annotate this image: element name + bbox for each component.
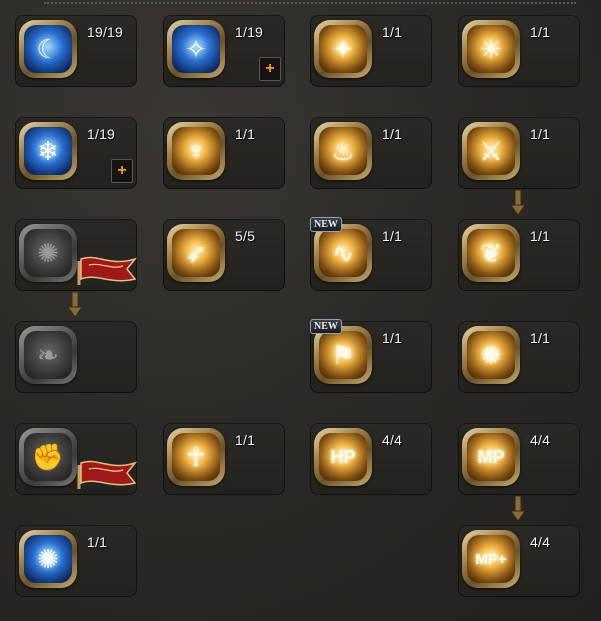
skill-icon-frame: ☥ [167,428,225,486]
sun-skill-icon: ☀ [479,34,503,64]
skill-icon-frame: HP [314,428,372,486]
skill-icon-frame: ✦ [314,20,372,78]
skill-level: 1/1 [530,330,551,346]
skill-level: 5/5 [235,228,256,244]
skill-icon-frame: ✹ [462,326,520,384]
skill-icon-frame: MP+ [462,530,520,588]
leap-skill-icon: ☥ [186,442,206,472]
skill-slot[interactable]: ♨ 1/1 [310,117,432,189]
skill-icon-frame: ❧ [19,326,77,384]
skill-slot[interactable]: ☀ 1/1 [458,15,580,87]
skill-slot[interactable]: ❄ 1/19 + [15,117,137,189]
skill-icon-frame: ✺ [19,530,77,588]
skill-slot[interactable]: MP+ 4/4 [458,525,580,597]
spark-skill-icon: ✧ [185,34,207,64]
skill-level: 1/19 [87,126,116,142]
figure-skill-icon: ♆ [186,136,206,166]
banner-flag-icon [77,460,138,489]
skill-slot[interactable]: HP 4/4 [310,423,432,495]
skill-level: 1/1 [382,126,403,142]
skill-level: 1/1 [235,432,256,448]
rise-skill-icon: ♨ [331,136,355,166]
skill-slot[interactable]: ☾ 19/19 [15,15,137,87]
skill-icon-frame: ❄ [19,122,77,180]
crossed-swords-skill-icon: ⚔ [479,136,503,166]
flame-ring-skill-icon: ✹ [480,340,502,370]
skill-icon-frame: ♨ [314,122,372,180]
level-up-button[interactable]: + [111,159,133,183]
skill-slot[interactable]: ✧ 1/19 + [163,15,285,87]
wave-skill-icon: ∿ [332,238,354,268]
level-up-button[interactable]: + [259,57,281,81]
skill-icon-frame: ☾ [19,20,77,78]
skill-icon-frame: ∿ [314,224,372,282]
skill-level: 1/1 [87,534,108,550]
skill-slot[interactable]: ⚔ 1/1 [458,117,580,189]
skill-level: 4/4 [382,432,403,448]
skill-icon-frame: ⚑ [314,326,372,384]
skill-slot[interactable]: ✺ [15,219,138,291]
skill-slot[interactable]: ∿ NEW 1/1 [310,217,432,291]
new-badge: NEW [310,319,342,334]
skill-level: 1/1 [530,126,551,142]
leaf-skill-icon: ❦ [480,238,502,268]
skill-slot[interactable]: ✺ 1/1 [15,525,137,597]
skill-icon-frame: ♆ [167,122,225,180]
skill-level: 1/19 [235,24,264,40]
locked-claw-skill-icon: ❧ [37,340,59,370]
burst-skill-icon: ✦ [332,34,354,64]
skill-level: 1/1 [235,126,256,142]
skill-icon-frame: ⚔ [462,122,520,180]
slash-skill-icon: ☾ [36,34,60,64]
skill-icon-frame: ✊ [19,428,77,486]
skill-icon-frame: ❦ [462,224,520,282]
skill-level: 4/4 [530,432,551,448]
skill-level: 1/1 [382,24,403,40]
top-divider [44,2,576,4]
skill-icon-frame: ☀ [462,20,520,78]
skill-slot[interactable]: ♆ 1/1 [163,117,285,189]
skill-slot[interactable]: MP 4/4 [458,423,580,495]
mp-regen-skill-icon: MP+ [475,550,507,568]
locked-vortex-skill-icon: ✺ [37,238,59,268]
banner-flag-icon [77,256,138,285]
dash-skill-icon: ➶ [185,238,207,268]
prerequisite-arrow-icon [511,496,525,522]
skill-level: 4/4 [530,534,551,550]
prerequisite-arrow-icon [68,292,82,318]
skill-slot[interactable]: ❧ [15,321,137,393]
skill-slot[interactable]: ✊ [15,423,138,495]
skill-level: 1/1 [382,330,403,346]
skill-slot[interactable]: ➶ 5/5 [163,219,285,291]
skill-slot[interactable]: ☥ 1/1 [163,423,285,495]
skill-slot[interactable]: ✹ 1/1 [458,321,580,393]
skill-level: 19/19 [87,24,124,40]
skill-slot[interactable]: ❦ 1/1 [458,219,580,291]
stance-skill-icon: ⚑ [331,340,355,370]
locked-fist-skill-icon: ✊ [31,442,65,472]
skill-icon-frame: MP [462,428,520,486]
skill-slot[interactable]: ✦ 1/1 [310,15,432,87]
frost-skill-icon: ❄ [37,136,59,166]
mp-boost-skill-icon: MP [477,447,505,467]
skill-slot[interactable]: ⚑ NEW 1/1 [310,319,432,393]
skill-icon-frame: ➶ [167,224,225,282]
skill-icon-frame: ✧ [167,20,225,78]
prerequisite-arrow-icon [511,190,525,216]
new-badge: NEW [310,217,342,232]
hp-boost-skill-icon: HP [330,447,356,467]
swirl-skill-icon: ✺ [37,544,59,574]
skill-level: 1/1 [382,228,403,244]
skill-level: 1/1 [530,24,551,40]
skill-icon-frame: ✺ [19,224,77,282]
skill-level: 1/1 [530,228,551,244]
